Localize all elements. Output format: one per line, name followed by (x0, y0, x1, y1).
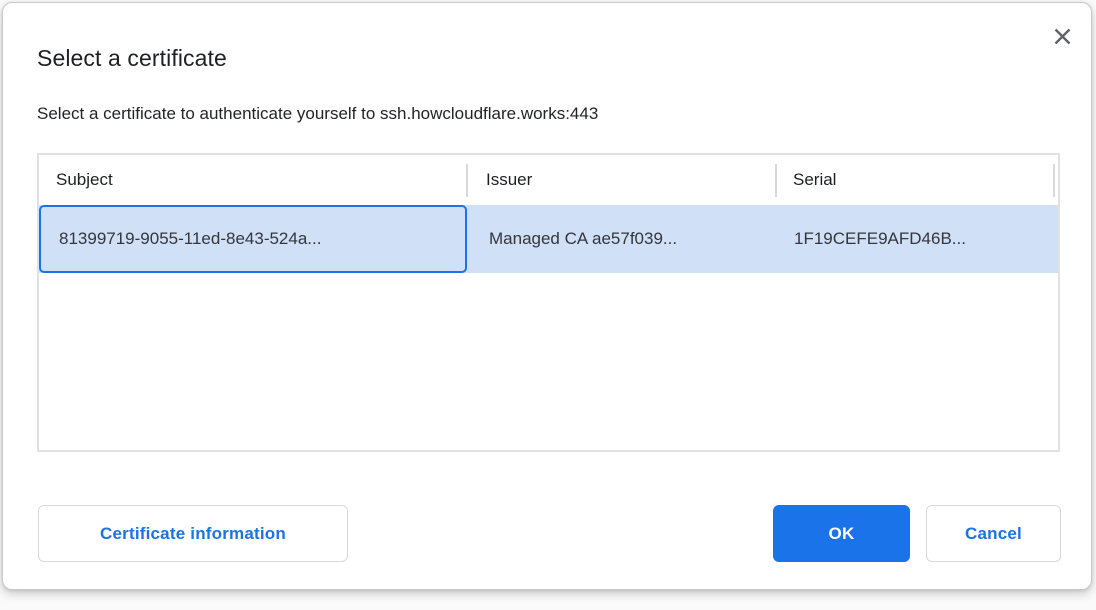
cell-serial[interactable]: 1F19CEFE9AFD46B... (794, 205, 966, 273)
table-header: Subject Issuer Serial (39, 155, 1058, 205)
select-certificate-dialog: Select a certificate Select a certificat… (2, 2, 1092, 590)
column-divider (466, 164, 468, 197)
certificate-table: Subject Issuer Serial 81399719-9055-11ed… (37, 153, 1060, 452)
column-header-issuer: Issuer (486, 155, 532, 205)
close-button[interactable] (1043, 17, 1081, 55)
certificate-information-button[interactable]: Certificate information (38, 505, 348, 562)
cell-subject[interactable]: 81399719-9055-11ed-8e43-524a... (59, 205, 321, 273)
dialog-subtitle: Select a certificate to authenticate you… (37, 104, 598, 124)
close-icon (1052, 26, 1073, 47)
certificate-row[interactable]: 81399719-9055-11ed-8e43-524a... Managed … (39, 205, 1058, 273)
column-header-subject: Subject (56, 155, 113, 205)
column-header-serial: Serial (793, 155, 836, 205)
cell-issuer[interactable]: Managed CA ae57f039... (489, 205, 677, 273)
dialog-title: Select a certificate (37, 45, 227, 72)
cancel-button[interactable]: Cancel (926, 505, 1061, 562)
column-divider (1053, 164, 1055, 197)
column-divider (775, 164, 777, 197)
ok-button[interactable]: OK (773, 505, 910, 562)
